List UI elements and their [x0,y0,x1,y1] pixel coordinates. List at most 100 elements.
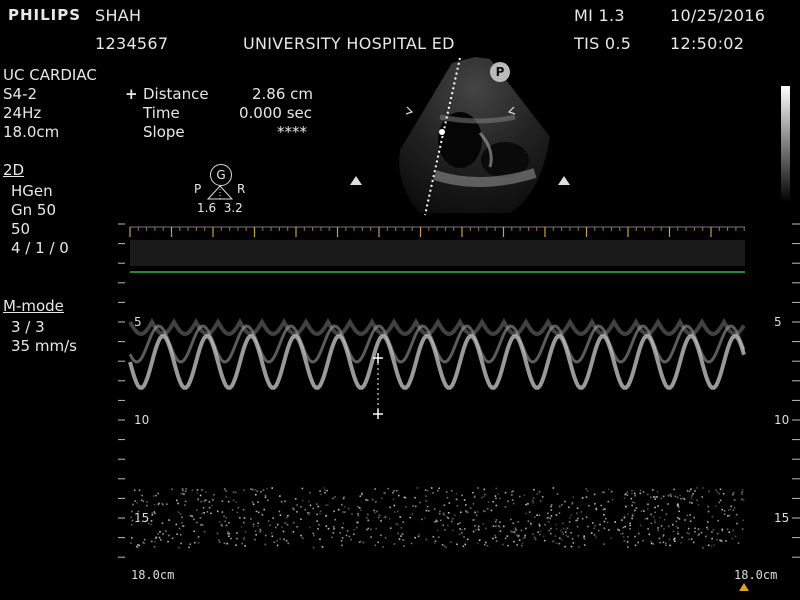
speckle-dot [601,491,604,494]
speckle-dot [577,517,579,520]
speckle-dot [544,523,546,526]
speckle-dot [254,488,256,491]
speckle-dot [652,516,655,518]
speckle-dot [720,540,723,543]
speckle-dot [264,494,267,497]
speckle-dot [235,501,238,503]
speckle-dot [650,522,653,525]
speckle-dot [550,527,552,530]
speckle-dot [525,503,527,506]
speckle-dot [213,494,215,496]
speckle-dot [279,538,281,540]
speckle-dot [203,512,205,514]
speckle-dot [218,541,221,543]
speckle-dot [227,500,230,503]
speckle-dot [359,495,362,497]
depth-scale-label: 15 [774,511,789,525]
speckle-dot [148,522,150,525]
speckle-dot [680,542,682,544]
speckle-dot [518,495,521,498]
speckle-dot [184,490,187,493]
speckle-dot [152,495,155,497]
speckle-dot [332,497,334,500]
speckle-dot [151,514,154,516]
speckle-dot [723,513,726,515]
speckle-dot [371,498,374,501]
speckle-dot [631,492,633,495]
speckle-dot [667,494,670,497]
speckle-dot [350,538,352,541]
speckle-dot [181,516,183,519]
speckle-dot [425,509,428,512]
speckle-dot [450,541,452,543]
speckle-dot [524,534,526,537]
measurement-label: Slope [143,123,185,141]
speckle-dot [357,512,359,515]
speckle-dot [576,519,578,522]
speckle-dot [530,523,532,526]
exam-time: 12:50:02 [670,34,745,53]
speckle-dot [716,491,719,493]
measurement-label: Time [143,104,180,122]
speckle-dot [492,537,494,540]
speckle-dot [294,498,297,500]
speckle-dot [157,492,159,495]
speckle-dot [511,499,514,501]
speckle-dot [402,539,405,541]
speckle-dot [576,525,579,528]
speckle-dot [151,512,154,514]
speckle-dot [684,519,686,521]
speckle-dot [713,544,715,546]
speckle-dot [728,509,730,511]
speckle-dot [333,510,335,513]
speckle-dot [728,531,731,533]
measurement-value: **** [277,123,307,141]
speckle-dot [504,491,507,494]
speckle-dot [244,530,247,533]
speckle-dot [605,517,607,520]
speckle-dot [320,493,322,496]
speckle-dot [374,488,376,490]
speckle-dot [180,493,182,495]
speckle-dot [231,509,234,511]
speckle-dot [707,521,709,523]
speckle-dot [307,512,309,514]
speckle-dot [286,516,288,519]
speckle-dot [734,499,736,501]
speckle-dot [339,532,341,534]
speckle-dot [342,511,344,513]
speckle-dot [525,512,527,515]
speckle-dot [208,506,211,509]
speckle-dot [562,533,565,535]
speckle-dot [711,515,714,518]
speckle-dot [566,527,569,529]
speckle-dot [538,491,541,493]
speckle-dot [438,536,440,538]
speckle-dot [266,487,268,490]
speckle-dot [430,487,433,489]
speckle-dot [439,510,441,513]
speckle-dot [485,527,487,530]
speckle-dot [455,498,458,501]
speckle-dot [565,534,567,536]
speckle-dot [514,527,517,530]
speckle-dot [741,491,743,494]
speckle-dot [177,546,180,549]
speckle-dot [627,535,629,538]
measurement-value: 0.000 sec [239,104,313,122]
speckle-dot [705,535,707,538]
speckle-dot [136,501,138,504]
speckle-dot [472,530,475,533]
speckle-dot [228,535,230,537]
speckle-dot [731,537,734,540]
speckle-dot [284,522,286,524]
speckle-dot [634,501,636,504]
speckle-dot [538,514,541,516]
speckle-dot [741,493,743,495]
speckle-dot [312,546,315,549]
speckle-dot [424,499,427,502]
speckle-dot [324,491,326,494]
speckle-dot [444,529,446,531]
speckle-dot [442,524,444,527]
orientation-right-label: R [237,182,246,196]
